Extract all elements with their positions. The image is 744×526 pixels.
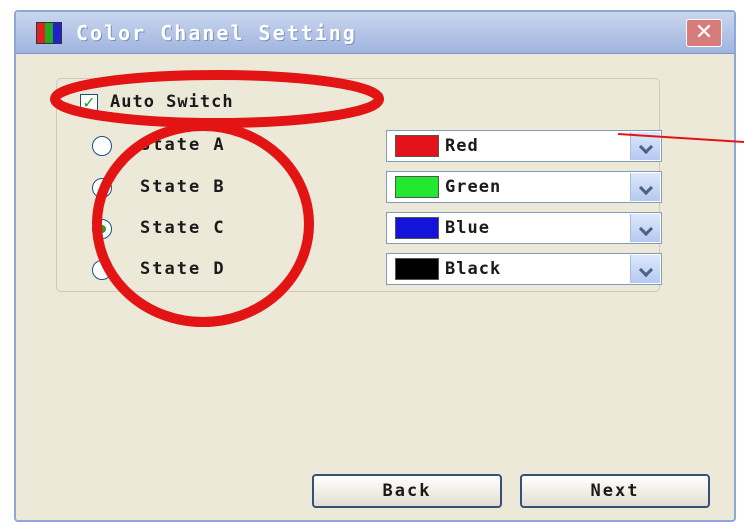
state-b-color-select[interactable]: Green <box>386 171 662 203</box>
state-b-radio[interactable] <box>92 178 112 198</box>
next-button[interactable]: Next <box>520 474 710 508</box>
state-c-color-value: Blue <box>445 218 490 238</box>
chevron-down-icon[interactable] <box>630 255 660 283</box>
auto-switch-label: Auto Switch <box>110 92 234 112</box>
color-channels-icon <box>36 22 62 44</box>
state-d-radio[interactable] <box>92 260 112 280</box>
auto-switch-checkbox[interactable]: ✓ <box>80 94 98 112</box>
close-icon: ✕ <box>694 20 714 45</box>
checkmark-icon: ✓ <box>82 93 96 112</box>
state-d-color-select[interactable]: Black <box>386 253 662 285</box>
close-button[interactable]: ✕ <box>686 19 722 47</box>
state-c-radio[interactable] <box>92 219 112 239</box>
state-d-label: State D <box>140 259 226 279</box>
chevron-down-icon[interactable] <box>630 173 660 201</box>
state-c-color-select[interactable]: Blue <box>386 212 662 244</box>
black-color-swatch <box>395 258 439 280</box>
green-color-swatch <box>395 176 439 198</box>
state-b-label: State B <box>140 177 226 197</box>
state-c-label: State C <box>140 218 226 238</box>
title-bar: Color Chanel Setting ✕ <box>16 12 734 54</box>
state-b-color-value: Green <box>445 177 502 197</box>
state-a-color-select[interactable]: Red <box>386 130 662 162</box>
chevron-down-icon[interactable] <box>630 214 660 242</box>
blue-color-swatch <box>395 217 439 239</box>
state-d-color-value: Black <box>445 259 502 279</box>
window-title: Color Chanel Setting <box>76 21 357 45</box>
state-a-label: State A <box>140 135 226 155</box>
state-a-radio[interactable] <box>92 136 112 156</box>
chevron-down-icon[interactable] <box>630 132 660 160</box>
red-color-swatch <box>395 135 439 157</box>
state-a-color-value: Red <box>445 136 479 156</box>
back-button[interactable]: Back <box>312 474 502 508</box>
